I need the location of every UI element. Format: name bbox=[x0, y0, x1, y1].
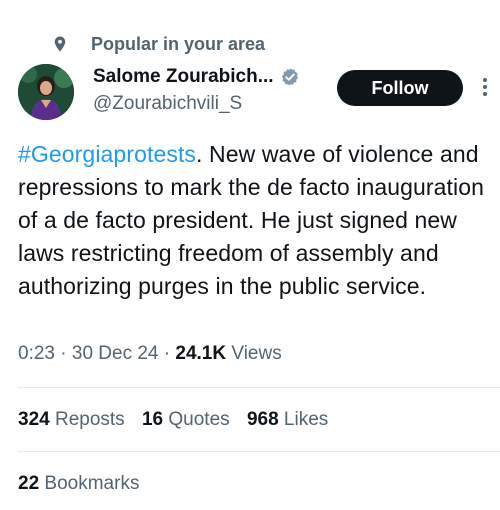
follow-button[interactable]: Follow bbox=[337, 70, 463, 106]
likes-count: 968 bbox=[246, 409, 279, 430]
avatar[interactable] bbox=[18, 64, 74, 120]
views-label: Views bbox=[231, 343, 282, 364]
context-label: Popular in your area bbox=[91, 33, 266, 54]
social-context: Popular in your area bbox=[54, 31, 266, 57]
tweet-text: #Georgiaprotests. New wave of violence a… bbox=[18, 138, 496, 303]
views-count: 24.1K bbox=[175, 343, 227, 364]
tweet-date[interactable]: 30 Dec 24 bbox=[72, 343, 159, 364]
divider bbox=[18, 451, 500, 452]
engagement-stats: 324 Reposts 16 Quotes 968 Likes bbox=[18, 409, 340, 431]
bookmarks-count: 22 bbox=[18, 473, 40, 494]
likes-label: Likes bbox=[283, 409, 329, 430]
location-pin-icon bbox=[54, 36, 66, 52]
avatar-image bbox=[18, 64, 74, 120]
divider bbox=[18, 387, 500, 388]
quotes-count: 16 bbox=[141, 409, 164, 430]
reposts-stat[interactable]: 324 Reposts bbox=[18, 409, 125, 430]
author-handle[interactable]: @Zourabichvili_S bbox=[93, 93, 242, 115]
verified-badge-icon bbox=[281, 68, 298, 86]
quotes-stat[interactable]: 16 Quotes bbox=[142, 409, 230, 430]
likes-stat[interactable]: 968 Likes bbox=[247, 409, 328, 430]
tweet-time[interactable]: 0:23 bbox=[18, 343, 55, 364]
quotes-label: Quotes bbox=[168, 409, 230, 430]
meta-separator: · bbox=[163, 343, 171, 364]
reposts-label: Reposts bbox=[54, 409, 125, 430]
meta-separator: · bbox=[60, 343, 67, 364]
tweet-meta: 0:23 · 30 Dec 24 · 24.1K Views bbox=[18, 343, 282, 365]
author-name-row[interactable]: Salome Zourabich... bbox=[93, 66, 300, 88]
more-vertical-icon[interactable] bbox=[480, 75, 490, 103]
hashtag-link[interactable]: #Georgiaprotests bbox=[18, 141, 196, 167]
reposts-count: 324 bbox=[18, 409, 50, 430]
bookmarks-stat[interactable]: 22 Bookmarks bbox=[18, 473, 139, 495]
author-name[interactable]: Salome Zourabich... bbox=[93, 66, 274, 88]
bookmarks-label: Bookmarks bbox=[44, 473, 140, 494]
